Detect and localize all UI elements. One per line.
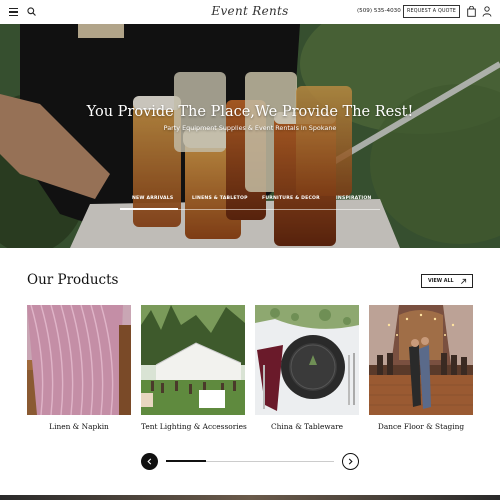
request-quote-button[interactable]: REQUEST A QUOTE <box>403 5 460 18</box>
slider-progress <box>166 460 206 462</box>
view-all-label: VIEW ALL <box>428 278 454 284</box>
arrow-up-right-icon <box>461 278 467 284</box>
chevron-left-icon <box>147 458 152 465</box>
product-image-dance-floor[interactable] <box>369 305 473 415</box>
search-icon[interactable] <box>27 7 36 16</box>
user-icon[interactable] <box>482 6 492 17</box>
menu-icon[interactable] <box>9 8 18 16</box>
product-label[interactable]: China & Tableware <box>255 422 359 431</box>
chevron-right-icon <box>348 458 353 465</box>
hero-subtitle: Party Equipment Supplies & Event Rentals… <box>163 124 337 132</box>
site-header: Event Rents (509) 535-4030 REQUEST A QUO… <box>0 0 500 24</box>
hero-image <box>0 24 500 248</box>
tab-furniture-decor[interactable]: FURNITURE & DECOR <box>262 196 320 201</box>
hero-banner: You Provide The Place,We Provide The Res… <box>0 24 500 248</box>
hero-title: You Provide The Place,We Provide The Res… <box>86 104 414 120</box>
next-section-preview <box>0 495 500 500</box>
tab-active-indicator <box>120 208 178 210</box>
product-label[interactable]: Tent Lighting & Accessories <box>141 422 247 431</box>
product-image-linen[interactable] <box>27 305 131 415</box>
slider-prev-button[interactable] <box>141 453 158 470</box>
product-card[interactable]: Dance Floor & Staging <box>369 305 473 431</box>
shopping-bag-icon[interactable] <box>467 6 476 17</box>
tab-new-arrivals[interactable]: NEW ARRIVALS <box>132 196 173 201</box>
view-all-button[interactable]: VIEW ALL <box>421 274 473 288</box>
section-title: Our Products <box>27 272 119 288</box>
product-label[interactable]: Linen & Napkin <box>27 422 131 431</box>
product-card[interactable]: Linen & Napkin <box>27 305 131 431</box>
hero-tabs: NEW ARRIVALS LINENS & TABLETOP FURNITURE… <box>120 196 380 210</box>
logo-text[interactable]: Event Rents <box>211 4 288 18</box>
tab-inspiration[interactable]: INSPIRATION <box>336 196 371 201</box>
product-card[interactable]: China & Tableware <box>255 305 359 431</box>
product-label[interactable]: Dance Floor & Staging <box>369 422 473 431</box>
product-image-tent[interactable] <box>141 305 245 415</box>
slider-next-button[interactable] <box>342 453 359 470</box>
product-image-china[interactable] <box>255 305 359 415</box>
tab-linens-tabletop[interactable]: LINENS & TABLETOP <box>192 196 248 201</box>
phone-number[interactable]: (509) 535-4030 <box>357 8 401 14</box>
product-card[interactable]: Tent Lighting & Accessories <box>141 305 247 431</box>
